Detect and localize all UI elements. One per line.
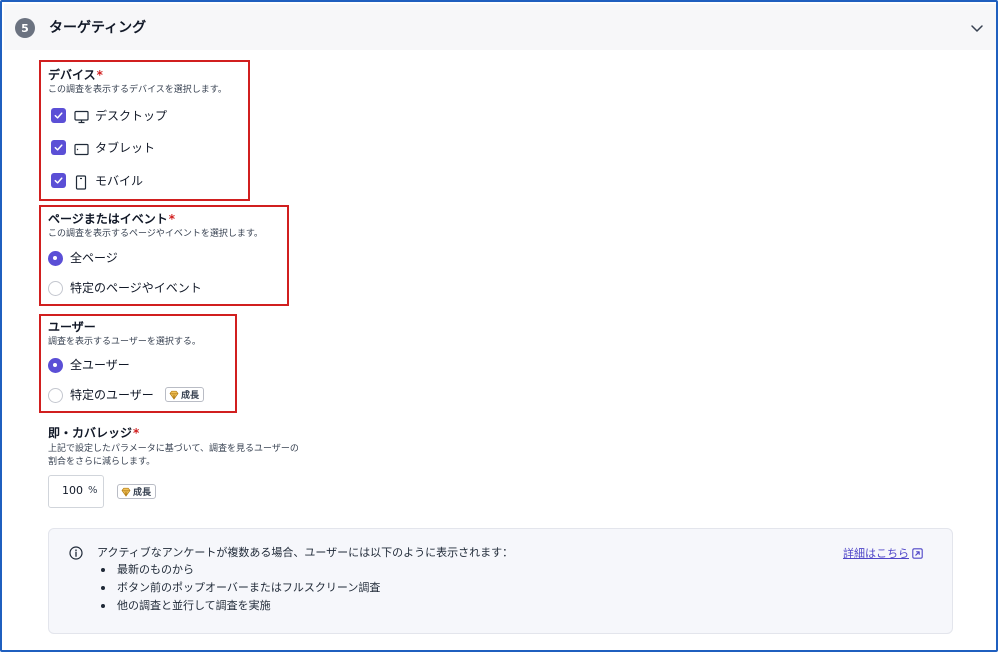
percent-unit: % bbox=[88, 485, 98, 496]
section-title: ターゲティング bbox=[49, 20, 147, 36]
all-users-label: 全ユーザー bbox=[70, 358, 130, 372]
info-text: アクティブなアンケートが複数ある場合、ユーザーには以下のように表示されます： bbox=[97, 546, 514, 559]
coverage-description-line1: 上記で設定したパラメータに基づいて、調査を見るユーザーの bbox=[48, 444, 299, 454]
desktop-checkbox[interactable] bbox=[51, 108, 66, 123]
step-number-badge: 5 bbox=[15, 18, 35, 38]
targeting-panel: 5 ターゲティング デバイス* この調査を表示するデバイスを選択します。 デスク… bbox=[0, 0, 998, 652]
external-link-icon bbox=[912, 547, 923, 559]
specific-users-label: 特定のユーザー bbox=[70, 388, 154, 402]
specific-pages-radio[interactable] bbox=[48, 281, 63, 296]
mobile-checkbox[interactable] bbox=[51, 173, 66, 188]
check-icon bbox=[54, 112, 63, 119]
desktop-label: デスクトップ bbox=[95, 109, 168, 123]
coverage-description-line2: 割合をさらに減らします。 bbox=[48, 457, 156, 467]
list-item: 最新のものから bbox=[101, 561, 380, 579]
collapse-button[interactable] bbox=[966, 17, 988, 39]
check-icon bbox=[54, 144, 63, 151]
devices-description: この調査を表示するデバイスを選択します。 bbox=[48, 85, 227, 95]
list-item: 他の調査と並行して調査を実施 bbox=[101, 597, 380, 615]
pages-title: ページまたはイベント* bbox=[48, 212, 176, 226]
all-pages-label: 全ページ bbox=[70, 251, 118, 265]
info-list: 最新のものから ボタン前のポップオーバーまたはフルスクリーン調査 他の調査と並行… bbox=[101, 561, 380, 615]
info-icon bbox=[69, 546, 83, 560]
users-title: ユーザー bbox=[48, 320, 96, 334]
learn-more-link[interactable]: 詳細はこちら bbox=[843, 545, 923, 561]
section-header[interactable]: 5 ターゲティング bbox=[4, 4, 996, 50]
monitor-icon bbox=[73, 109, 89, 125]
pages-description: この調査を表示するページやイベントを選択します。 bbox=[48, 229, 263, 239]
coverage-title: 即・カバレッジ* bbox=[48, 426, 140, 440]
coverage-input-wrapper: % bbox=[48, 475, 104, 508]
growth-plan-badge: 成長 bbox=[117, 484, 157, 499]
coverage-percent-input[interactable] bbox=[55, 484, 83, 497]
devices-title: デバイス* bbox=[48, 68, 103, 82]
all-users-radio[interactable] bbox=[48, 358, 63, 373]
mobile-label: モバイル bbox=[95, 174, 144, 188]
tablet-label: タブレット bbox=[95, 141, 156, 155]
info-callout: アクティブなアンケートが複数ある場合、ユーザーには以下のように表示されます： 最… bbox=[48, 528, 953, 634]
tablet-checkbox[interactable] bbox=[51, 140, 66, 155]
check-icon bbox=[54, 177, 63, 184]
required-mark: * bbox=[96, 68, 103, 82]
tablet-icon bbox=[73, 141, 89, 157]
users-description: 調査を表示するユーザーを選択する。 bbox=[48, 337, 201, 347]
required-mark: * bbox=[168, 212, 176, 226]
growth-plan-badge: 成長 bbox=[165, 387, 205, 402]
all-pages-radio[interactable] bbox=[48, 251, 63, 266]
diamond-icon bbox=[121, 487, 131, 497]
list-item: ボタン前のポップオーバーまたはフルスクリーン調査 bbox=[101, 579, 380, 597]
specific-pages-label: 特定のページやイベント bbox=[70, 281, 202, 295]
chevron-down-icon bbox=[971, 25, 983, 32]
specific-users-radio[interactable] bbox=[48, 388, 63, 403]
diamond-icon bbox=[169, 390, 179, 400]
mobile-icon bbox=[73, 174, 89, 190]
required-mark: * bbox=[133, 426, 140, 440]
